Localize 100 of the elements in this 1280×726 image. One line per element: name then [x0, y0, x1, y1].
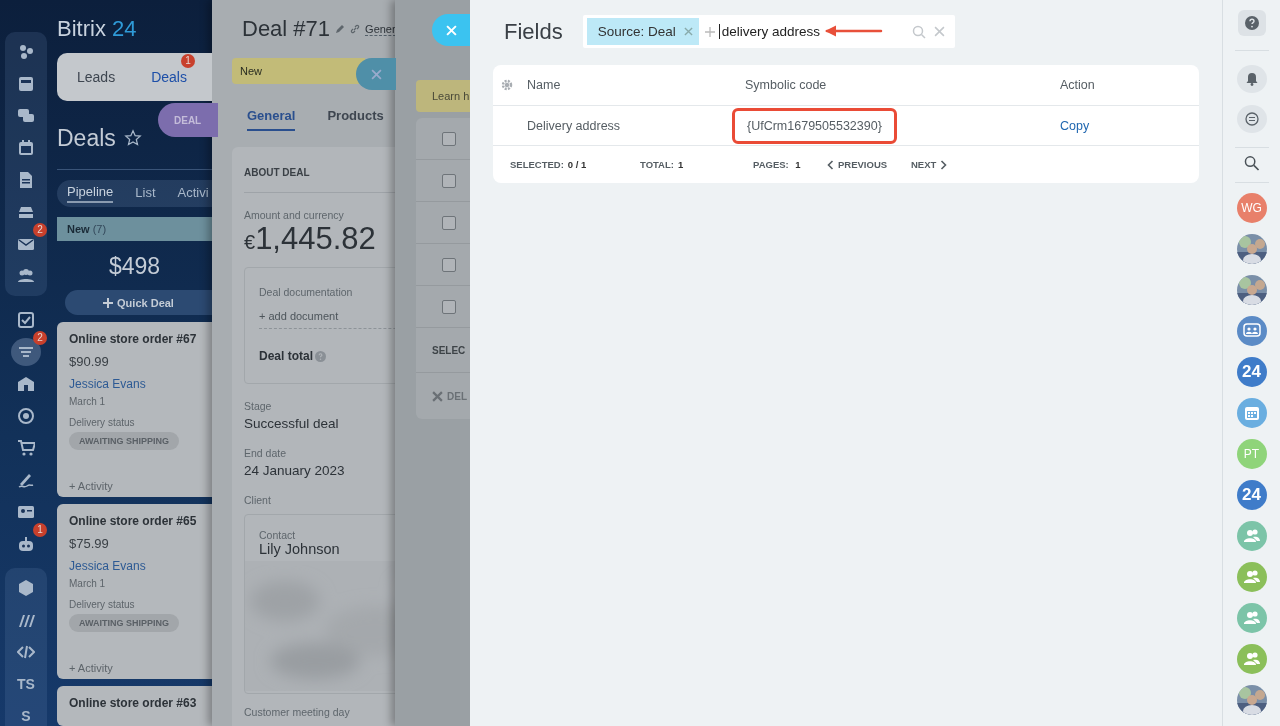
- contact-link[interactable]: Jessica Evans: [69, 377, 146, 391]
- checkbox-icon: [17, 311, 35, 329]
- field-value: Successful deal: [244, 416, 340, 431]
- code-icon: [17, 643, 35, 661]
- close-icon: [432, 390, 443, 402]
- card-title: Online store order #63: [69, 696, 197, 710]
- help-button[interactable]: [1237, 10, 1266, 37]
- row-checkbox[interactable]: [442, 299, 456, 314]
- stage-name: New: [67, 223, 90, 236]
- row-checkbox[interactable]: [442, 257, 456, 272]
- card-date: March 1: [69, 578, 106, 589]
- contact-card-icon: [17, 503, 35, 521]
- row-checkbox[interactable]: [442, 173, 456, 188]
- deal-card[interactable]: Online store order #65 $75.99 Jessica Evans March 1 Delivery status AWAITING SHIPPING + Activity: [57, 504, 212, 679]
- view-tab[interactable]: List: [135, 185, 156, 203]
- contact-link[interactable]: Jessica Evans: [69, 559, 146, 573]
- contact-name: Lily Johnson: [259, 541, 341, 557]
- sidebar-item[interactable]: TS: [11, 670, 41, 698]
- column-header[interactable]: Action: [1060, 78, 1199, 92]
- card-title: Online store order #65: [69, 514, 197, 528]
- building-icon: [17, 375, 35, 393]
- group-chat-icon[interactable]: [1236, 316, 1267, 346]
- count-badge: 1: [33, 523, 47, 537]
- total-label: Deal total: [259, 349, 313, 363]
- stage-total: $498: [107, 253, 162, 281]
- card-title: Online store order #67: [69, 332, 197, 346]
- count-badge: 2: [33, 331, 47, 345]
- column-header[interactable]: Name: [527, 78, 745, 92]
- field-label: Delivery status: [69, 599, 135, 610]
- crm-tab[interactable]: Leads: [77, 69, 116, 86]
- stage-count: (7): [92, 223, 107, 236]
- deal-title: Deal #71: [242, 16, 331, 42]
- people-icon: [17, 267, 35, 285]
- field-label: Client: [244, 494, 272, 506]
- add-activity-link[interactable]: + Activity: [69, 662, 113, 674]
- view-tab[interactable]: Activi: [177, 185, 209, 203]
- info-banner: Learn h: [416, 80, 470, 112]
- add-activity-link[interactable]: + Activity: [69, 480, 113, 492]
- page-title: Deals: [57, 124, 116, 152]
- field-label: Amount and currency: [244, 209, 345, 221]
- amount-value: €1,445.82: [244, 221, 377, 257]
- filter-chip[interactable]: Source: Deal: [586, 18, 699, 45]
- search-icon[interactable]: [1242, 155, 1261, 173]
- copy-link[interactable]: Copy: [1060, 118, 1090, 133]
- close-icon: [445, 24, 457, 36]
- page-count: PAGES: 1: [753, 159, 802, 170]
- field-label: Deal documentation: [259, 286, 354, 298]
- search-field[interactable]: Source: Deal delivery address: [582, 15, 955, 48]
- chevron-right-icon: [940, 159, 948, 170]
- signature-icon: [17, 471, 35, 489]
- chat-icon: [17, 107, 35, 125]
- plus-icon: [103, 297, 114, 308]
- star-icon[interactable]: [123, 129, 142, 147]
- chat-avatar[interactable]: 24: [1236, 480, 1267, 510]
- help-icon: [1244, 16, 1259, 31]
- column-header[interactable]: Symbolic code: [745, 78, 1060, 92]
- crm-tab[interactable]: Deals: [151, 69, 187, 86]
- sidebar-label: TS: [17, 676, 35, 692]
- robot-icon: [17, 535, 35, 553]
- field-label: Contact: [259, 529, 297, 541]
- count-badge: 2: [33, 223, 47, 237]
- chat-list-icon: [1244, 112, 1259, 127]
- count-badge: 1: [180, 54, 195, 69]
- previous-button[interactable]: PREVIOUS: [827, 159, 911, 170]
- field-label: Stage: [244, 400, 273, 412]
- quick-deal-button[interactable]: Quick Deal: [65, 290, 212, 315]
- chat-avatar[interactable]: 24: [1236, 357, 1267, 387]
- link-icon[interactable]: [350, 24, 361, 34]
- row-checkbox[interactable]: [442, 215, 456, 230]
- table-cell: {UfCrm1679505532390}: [732, 107, 897, 144]
- deal-tab[interactable]: Products: [327, 108, 384, 131]
- panel-title: Fields: [504, 18, 563, 45]
- stage-bar[interactable]: New: [232, 58, 365, 84]
- pencil-icon[interactable]: [335, 24, 346, 34]
- card-date: March 1: [69, 396, 106, 407]
- deal-tab[interactable]: General: [247, 108, 296, 131]
- card-price: $75.99: [69, 536, 109, 551]
- close-icon: [370, 68, 382, 80]
- deal-card[interactable]: Online store order #67 $90.99 Jessica Evans March 1 Delivery status AWAITING SHIPPING + Activity: [57, 322, 212, 497]
- chevron-left-icon: [827, 159, 834, 170]
- field-label: End date: [244, 447, 288, 459]
- messages-button[interactable]: [1236, 105, 1267, 134]
- table-cell-text: Delivery address: [527, 118, 622, 133]
- sidebar-item[interactable]: S: [11, 702, 41, 726]
- sidebar-label: S: [21, 708, 31, 724]
- next-button[interactable]: NEXT: [911, 159, 948, 170]
- selected-label: SELEC: [432, 344, 466, 356]
- row-checkbox[interactable]: [442, 131, 456, 146]
- app-logo: Bitrix 24: [57, 16, 138, 43]
- cube-icon: [17, 579, 35, 597]
- calendar-icon: [17, 139, 35, 157]
- selected-count: SELECTED: 0 / 1: [510, 159, 588, 170]
- deal-card[interactable]: Online store order #63: [57, 686, 212, 726]
- newspaper-icon: [17, 75, 35, 93]
- pointer-arrow: [824, 25, 883, 37]
- view-tab[interactable]: Pipeline: [67, 184, 114, 204]
- notifications-button[interactable]: [1236, 65, 1267, 94]
- dots-icon: [17, 43, 35, 61]
- field-value: 24 January 2023: [244, 463, 346, 478]
- total-count: TOTAL: 1: [640, 159, 685, 170]
